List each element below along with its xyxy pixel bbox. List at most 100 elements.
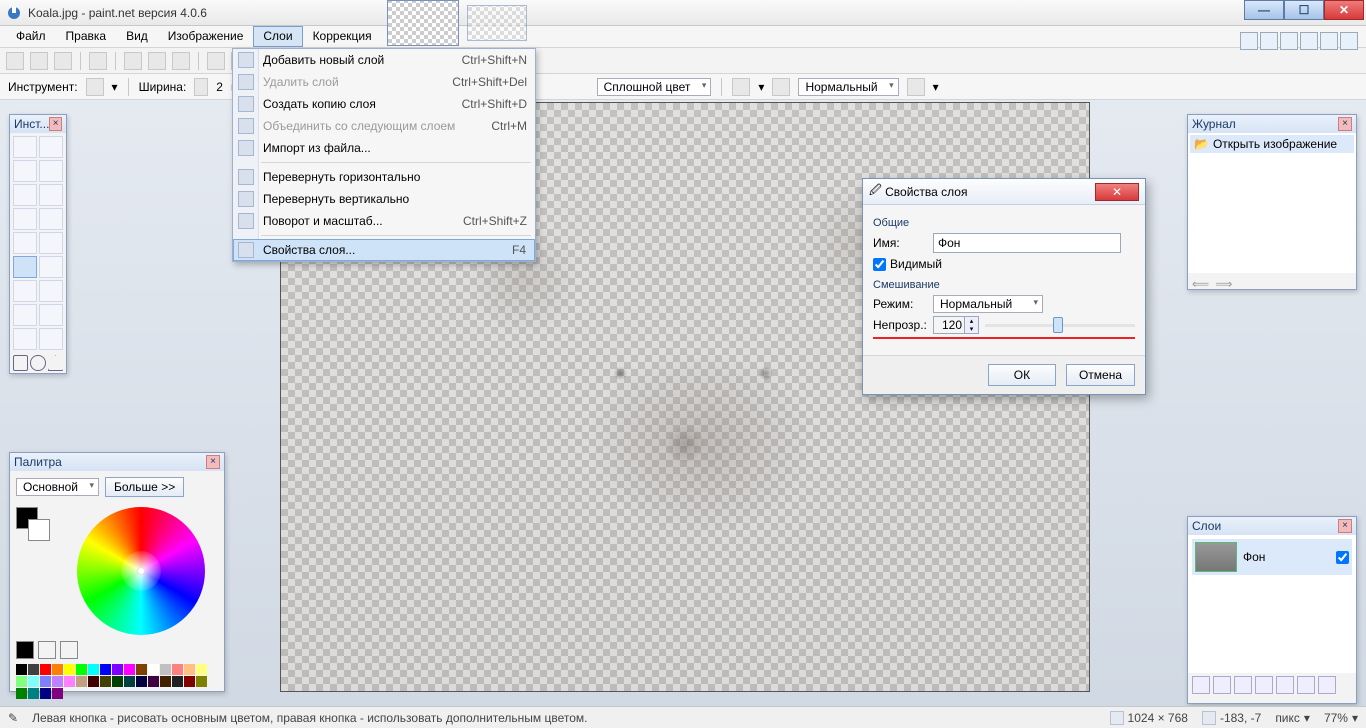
color-wheel-cursor[interactable]: [137, 567, 145, 575]
open-icon[interactable]: [30, 52, 48, 70]
tool-zoom[interactable]: [39, 184, 63, 206]
palette-swatch[interactable]: [184, 664, 195, 675]
minimize-button[interactable]: —: [1244, 0, 1284, 20]
up-layer-icon[interactable]: [1276, 676, 1294, 694]
slider-thumb[interactable]: [1053, 317, 1063, 333]
paste-icon[interactable]: [172, 52, 190, 70]
palette-swatch[interactable]: [100, 664, 111, 675]
tool-text[interactable]: [39, 304, 63, 326]
palette-swatch[interactable]: [160, 664, 171, 675]
delete-layer-icon[interactable]: [1213, 676, 1231, 694]
copy-icon[interactable]: [148, 52, 166, 70]
help-icon[interactable]: [1340, 32, 1358, 50]
layers-panel-header[interactable]: Слои×: [1188, 517, 1356, 535]
palette-swatch[interactable]: [136, 676, 147, 687]
folder-icon[interactable]: [60, 641, 78, 659]
visible-checkbox[interactable]: [873, 258, 886, 271]
maximize-button[interactable]: ☐: [1284, 0, 1324, 20]
palette-swatch[interactable]: [64, 676, 75, 687]
doc-thumb-2[interactable]: [467, 5, 527, 41]
tool-picker[interactable]: [13, 280, 37, 302]
curve-icon[interactable]: [732, 78, 750, 96]
color-mode-combo[interactable]: Основной: [16, 478, 99, 496]
layer-row[interactable]: Фон: [1192, 539, 1352, 575]
palette-swatch[interactable]: [40, 664, 51, 675]
tool-recolor[interactable]: [13, 304, 37, 326]
menu-import-file[interactable]: Импорт из файла...: [233, 137, 535, 159]
palette-swatch[interactable]: [148, 664, 159, 675]
close-icon[interactable]: ×: [1338, 117, 1352, 131]
palette-swatch[interactable]: [112, 676, 123, 687]
close-icon[interactable]: ×: [49, 117, 62, 131]
tool-clone[interactable]: [39, 280, 63, 302]
new-icon[interactable]: [6, 52, 24, 70]
menu-merge-down[interactable]: Объединить со следующим слоемCtrl+M: [233, 115, 535, 137]
add-layer-icon[interactable]: [1192, 676, 1210, 694]
shape-tri-icon[interactable]: [48, 355, 63, 371]
gear-icon[interactable]: [1320, 32, 1338, 50]
cancel-button[interactable]: Отмена: [1066, 364, 1135, 386]
spin-down-icon[interactable]: ▾: [965, 325, 978, 333]
redo-nav-icon[interactable]: ⟹: [1215, 277, 1232, 291]
print-icon[interactable]: [89, 52, 107, 70]
secondary-swatch[interactable]: [28, 519, 50, 541]
menu-layers[interactable]: Слои: [253, 26, 302, 47]
save-icon[interactable]: [54, 52, 72, 70]
palette-swatch[interactable]: [112, 664, 123, 675]
palette-swatch[interactable]: [28, 664, 39, 675]
palette-swatch[interactable]: [124, 676, 135, 687]
shape-ellipse-icon[interactable]: [30, 355, 45, 371]
undo-nav-icon[interactable]: ⟸: [1192, 277, 1209, 291]
name-input[interactable]: [933, 233, 1121, 253]
menu-rotate-zoom[interactable]: Поворот и масштаб...Ctrl+Shift+Z: [233, 210, 535, 232]
palette-swatch[interactable]: [172, 664, 183, 675]
tool-pan[interactable]: [13, 208, 37, 230]
fill-combo[interactable]: Сплошной цвет: [597, 78, 712, 96]
tool-line[interactable]: [13, 328, 37, 350]
palette-swatch[interactable]: [196, 676, 207, 687]
down-layer-icon[interactable]: [1297, 676, 1315, 694]
close-icon[interactable]: ×: [1338, 519, 1352, 533]
menu-edit[interactable]: Правка: [56, 26, 117, 47]
palette-swatch[interactable]: [148, 676, 159, 687]
menu-delete-layer[interactable]: Удалить слойCtrl+Shift+Del: [233, 71, 535, 93]
menu-image[interactable]: Изображение: [158, 26, 254, 47]
layer-visible-check[interactable]: [1336, 551, 1349, 564]
palette-swatch[interactable]: [16, 664, 27, 675]
blend-combo[interactable]: Нормальный: [798, 78, 898, 96]
palette-swatch[interactable]: [136, 664, 147, 675]
palette-swatch[interactable]: [88, 676, 99, 687]
bw-swatch-icon[interactable]: [16, 641, 34, 659]
dup-layer-icon[interactable]: [1234, 676, 1252, 694]
clock-icon[interactable]: [1260, 32, 1278, 50]
history-panel-header[interactable]: Журнал×: [1188, 115, 1356, 133]
grid-icon[interactable]: [1280, 32, 1298, 50]
palette-swatch[interactable]: [16, 676, 27, 687]
blend-mode-combo[interactable]: Нормальный: [933, 295, 1043, 313]
tool-fill[interactable]: [39, 208, 63, 230]
palette-swatch[interactable]: [28, 688, 39, 699]
tool-wand[interactable]: [13, 184, 37, 206]
palette-swatch[interactable]: [100, 676, 111, 687]
palette-swatch[interactable]: [28, 676, 39, 687]
menu-adjust[interactable]: Коррекция: [303, 26, 382, 47]
palette-swatch[interactable]: [40, 676, 51, 687]
crop-icon[interactable]: [207, 52, 225, 70]
tool-rect-select[interactable]: [13, 136, 37, 158]
width-dec-icon[interactable]: [194, 78, 208, 96]
merge-layer-icon[interactable]: [1255, 676, 1273, 694]
color-wheel[interactable]: [77, 507, 205, 635]
opacity-input[interactable]: 120▴▾: [933, 316, 979, 334]
tool-pencil[interactable]: [13, 256, 37, 278]
tool-shapes[interactable]: [39, 328, 63, 350]
tool-move-sel[interactable]: [39, 160, 63, 182]
close-button[interactable]: ✕: [1324, 0, 1364, 20]
palette-swatch[interactable]: [76, 664, 87, 675]
tool-move[interactable]: [39, 136, 63, 158]
menu-layer-properties[interactable]: Свойства слоя...F4: [233, 239, 535, 261]
menu-file[interactable]: Файл: [6, 26, 56, 47]
spin-up-icon[interactable]: ▴: [965, 317, 978, 325]
props-layer-icon[interactable]: [1318, 676, 1336, 694]
blend-icon[interactable]: [772, 78, 790, 96]
more-button[interactable]: Больше >>: [105, 477, 184, 497]
